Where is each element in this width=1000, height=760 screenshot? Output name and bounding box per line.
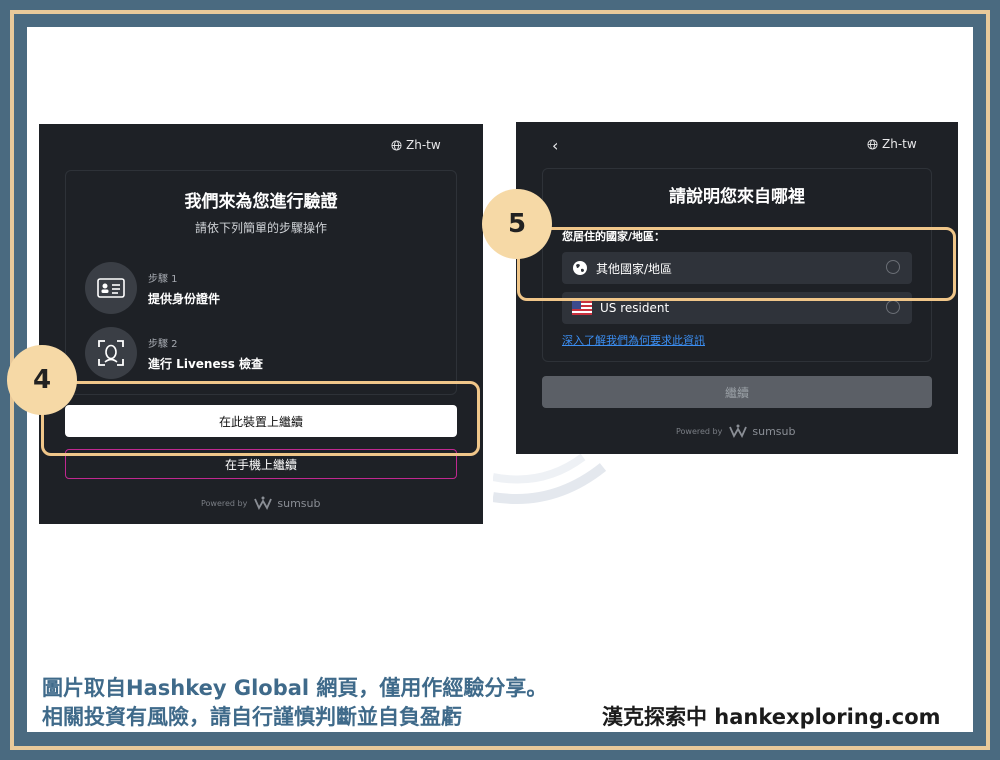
country-title: 請說明您來自哪裡 <box>669 187 805 207</box>
sumsub-icon <box>254 496 273 510</box>
steps-card: 我們來為您進行驗證 請依下列簡單的步驟操作 步驟 1 提供身份證件 步驟 2 進… <box>65 170 457 395</box>
step-2-text: 進行 Liveness 檢查 <box>148 357 264 371</box>
powered-by-label: Powered by <box>201 498 248 508</box>
powered-by-label-right: Powered by <box>676 426 723 436</box>
language-label: Zh-tw <box>406 138 441 152</box>
step-badge-5: 5 <box>482 189 552 259</box>
face-scan-icon <box>85 327 137 379</box>
footer-site-brand: 漢克探索中 hankexploring.com <box>602 705 941 729</box>
language-selector-right[interactable]: Zh-tw <box>867 137 917 151</box>
language-label-right: Zh-tw <box>882 137 917 151</box>
step-1-text: 提供身份證件 <box>148 292 221 306</box>
powered-by: Powered by sumsub <box>201 496 320 510</box>
us-flag-icon <box>572 301 592 315</box>
sumsub-icon <box>729 424 748 438</box>
footer-disclaimer-line2: 相關投資有風險，請自行謹慎判斷並自負盈虧 <box>42 705 462 729</box>
back-chevron-icon[interactable]: ‹ <box>552 136 558 155</box>
continue-button[interactable]: 繼續 <box>542 376 932 408</box>
sumsub-logo: sumsub <box>253 496 320 510</box>
option-us-resident-label: US resident <box>600 301 670 315</box>
language-selector[interactable]: Zh-tw <box>391 138 441 152</box>
verification-panel: Zh-tw 我們來為您進行驗證 請依下列簡單的步驟操作 步驟 1 提供身份證件 … <box>39 124 483 524</box>
page-subtitle: 請依下列簡單的步驟操作 <box>194 221 327 235</box>
id-card-icon <box>85 262 137 314</box>
powered-by-right: Powered by sumsub <box>676 424 795 438</box>
radio-us-resident[interactable] <box>886 300 900 314</box>
step-1-label: 步驟 1 <box>148 274 178 285</box>
why-info-link[interactable]: 深入了解我們為何要求此資訊 <box>562 332 705 348</box>
page-title: 我們來為您進行驗證 <box>184 192 338 212</box>
content-canvas: Zh-tw 我們來為您進行驗證 請依下列簡單的步驟操作 步驟 1 提供身份證件 … <box>7 27 973 732</box>
sumsub-brand: sumsub <box>277 496 321 510</box>
sumsub-brand-right: sumsub <box>752 424 796 438</box>
step-badge-4: 4 <box>7 345 77 415</box>
step-2-label: 步驟 2 <box>148 339 178 350</box>
sumsub-logo-right: sumsub <box>728 424 795 438</box>
highlight-step-5 <box>517 227 956 301</box>
globe-icon <box>391 139 402 151</box>
highlight-step-4 <box>41 381 480 456</box>
globe-icon <box>867 138 878 150</box>
footer-disclaimer-line1: 圖片取自Hashkey Global 網頁，僅用作經驗分享。 <box>42 676 548 700</box>
